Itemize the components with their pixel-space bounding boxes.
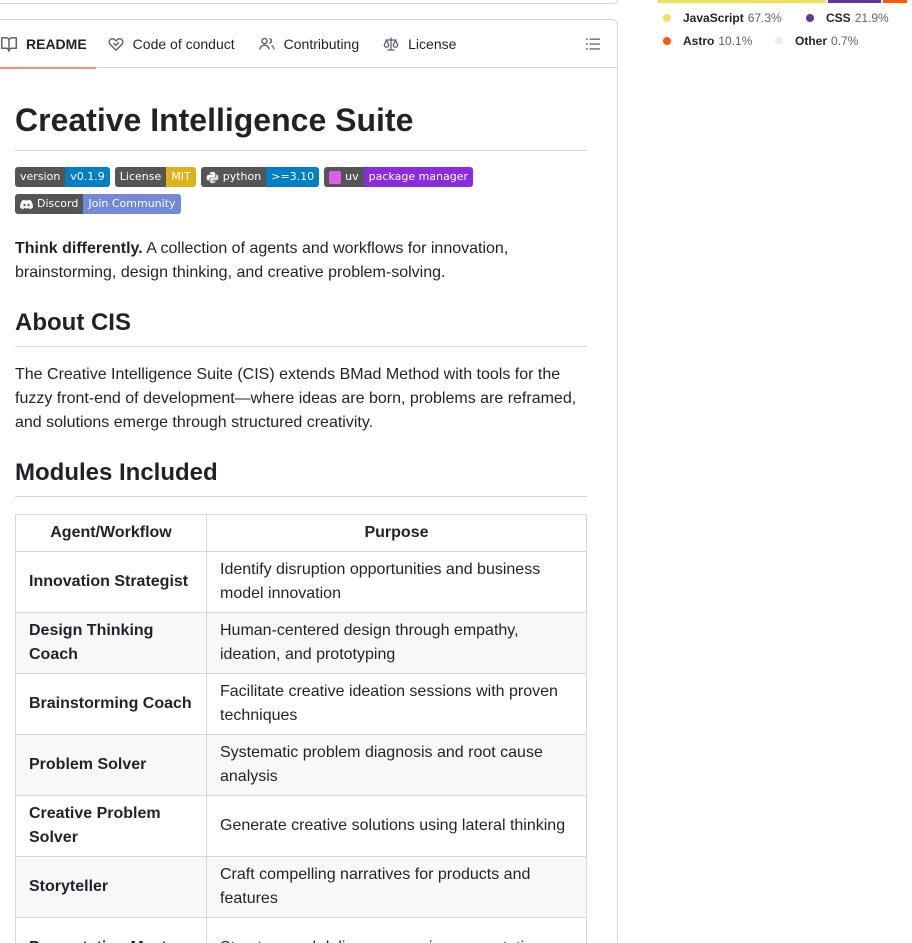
tab-license[interactable]: License <box>371 20 468 68</box>
tab-contributing-label: Contributing <box>283 35 360 52</box>
code-of-conduct-icon <box>108 36 124 52</box>
table-header-agent: Agent/Workflow <box>15 514 207 552</box>
table-row: Brainstorming Coach Facilitate creative … <box>15 673 587 735</box>
uv-badge[interactable]: uv package manager <box>324 167 474 187</box>
discord-icon <box>20 199 33 209</box>
language-bar-segment-css[interactable] <box>828 0 882 3</box>
css-color-dot <box>806 14 814 22</box>
law-icon <box>383 36 399 52</box>
about-heading: About CIS <box>15 308 587 347</box>
language-css[interactable]: CSS 21.9% <box>806 11 889 25</box>
purpose-cell: Systematic problem diagnosis and root ca… <box>206 734 587 796</box>
astro-color-dot <box>663 37 671 45</box>
table-row: Creative Problem Solver Generate creativ… <box>15 795 587 857</box>
agent-cell: Innovation Strategist <box>15 551 207 613</box>
language-other[interactable]: Other 0.7% <box>775 34 858 48</box>
tab-contributing[interactable]: Contributing <box>247 20 372 68</box>
agent-cell: Brainstorming Coach <box>15 673 207 735</box>
table-row: Problem Solver Systematic problem diagno… <box>15 734 587 796</box>
intro-paragraph: Think differently. A collection of agent… <box>15 237 587 285</box>
language-bar-segment-astro[interactable] <box>883 0 907 3</box>
javascript-color-dot <box>663 14 671 22</box>
purpose-cell: Craft compelling narratives for products… <box>206 856 587 918</box>
tab-code-of-conduct-label: Code of conduct <box>132 35 235 52</box>
tab-readme[interactable]: README <box>0 20 96 69</box>
version-badge[interactable]: version v0.1.9 <box>15 167 110 187</box>
purpose-cell: Identify disruption opportunities and bu… <box>206 551 587 613</box>
python-badge[interactable]: python >=3.10 <box>200 167 320 187</box>
tab-readme-label: README <box>26 35 87 52</box>
book-icon <box>1 36 17 52</box>
language-javascript[interactable]: JavaScript 67.3% <box>663 11 782 25</box>
outline-menu-icon[interactable] <box>585 36 601 52</box>
purpose-cell: Facilitate creative ideation sessions wi… <box>206 673 587 735</box>
language-bar-segment-javascript[interactable] <box>658 0 827 3</box>
table-row: Presentation Master Structure and delive… <box>15 917 587 943</box>
purpose-cell: Generate creative solutions using latera… <box>206 795 587 857</box>
purpose-cell: Structure and deliver persuasive present… <box>206 917 587 943</box>
readme-title: Creative Intelligence Suite <box>15 100 587 151</box>
previous-card-edge <box>0 0 618 4</box>
agent-cell: Problem Solver <box>15 734 207 796</box>
intro-bold: Think differently. <box>15 240 143 257</box>
table-header-purpose: Purpose <box>206 514 587 552</box>
language-bar <box>658 0 912 3</box>
agent-cell: Presentation Master <box>15 917 207 943</box>
other-color-dot <box>775 37 783 45</box>
agent-cell: Storyteller <box>15 856 207 918</box>
python-icon <box>206 171 219 183</box>
license-badge[interactable]: License MIT <box>114 167 196 187</box>
language-bar-segment-other[interactable] <box>909 0 910 3</box>
purpose-cell: Human-centered design through empathy, i… <box>206 612 587 674</box>
table-row: Innovation Strategist Identify disruptio… <box>15 551 587 613</box>
uv-icon <box>329 170 342 184</box>
tab-code-of-conduct[interactable]: Code of conduct <box>96 20 247 68</box>
table-row: Storyteller Craft compelling narratives … <box>15 856 587 918</box>
agent-cell: Creative Problem Solver <box>15 795 207 857</box>
readme-tabs: README Code of conduct Contributing Lice… <box>0 20 617 69</box>
modules-table: Agent/Workflow Purpose Innovation Strate… <box>15 514 587 943</box>
modules-heading: Modules Included <box>15 458 587 497</box>
agent-cell: Design Thinking Coach <box>15 612 207 674</box>
discord-badge[interactable]: Discord Join Community <box>15 194 181 214</box>
tab-license-label: License <box>408 35 457 52</box>
table-row: Design Thinking Coach Human-centered des… <box>15 612 587 674</box>
people-icon <box>258 36 275 52</box>
badge-list: version v0.1.9 License MIT python >=3.10 <box>15 167 587 221</box>
readme-panel: README Code of conduct Contributing Lice… <box>0 19 618 943</box>
language-astro[interactable]: Astro 10.1% <box>663 34 752 48</box>
table-header-row: Agent/Workflow Purpose <box>15 514 587 552</box>
about-paragraph: The Creative Intelligence Suite (CIS) ex… <box>15 366 577 431</box>
